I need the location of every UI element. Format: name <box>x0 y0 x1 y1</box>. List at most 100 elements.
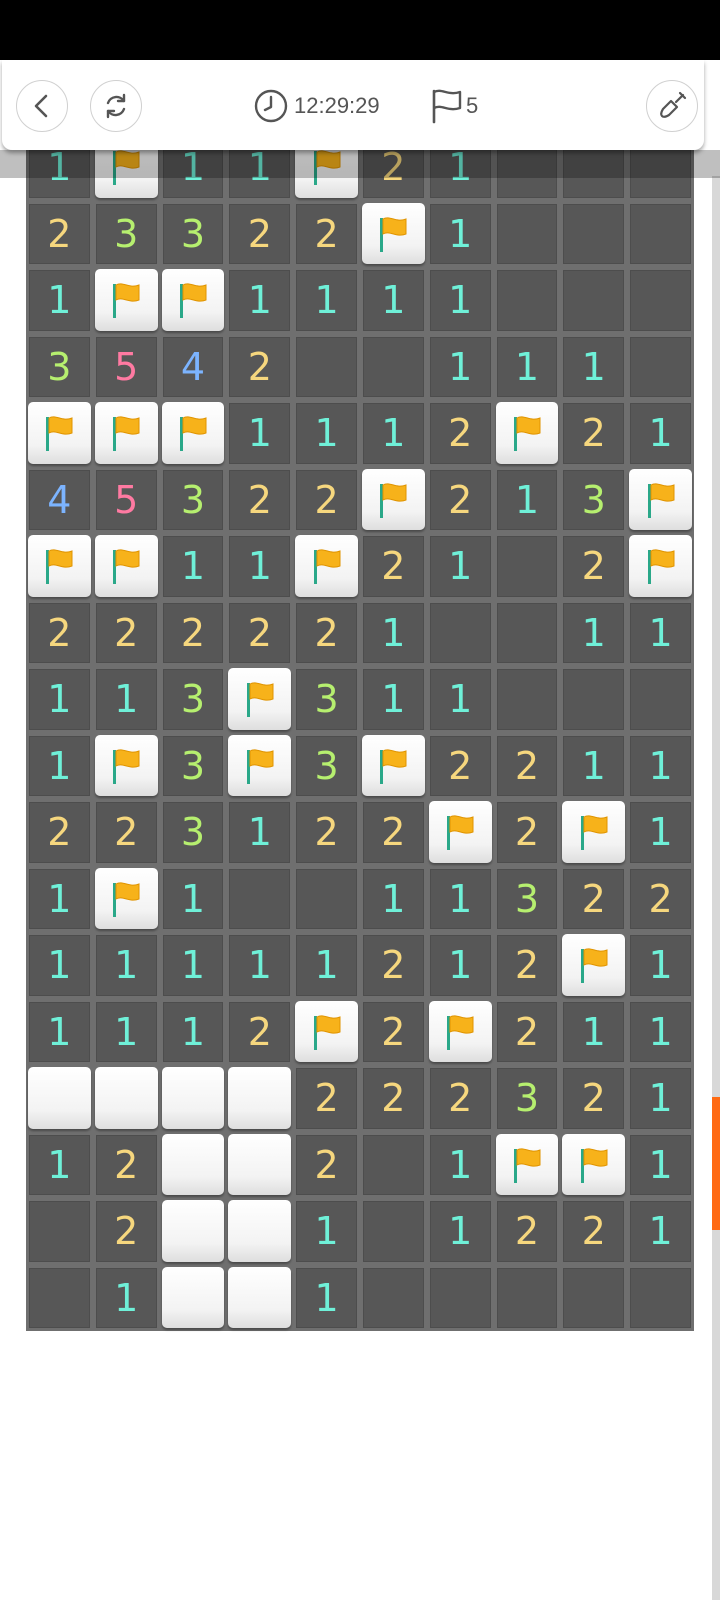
empty-cell[interactable] <box>494 600 561 667</box>
number-cell[interactable]: 2 <box>627 866 694 933</box>
flagged-cell[interactable] <box>226 666 293 733</box>
number-cell[interactable]: 1 <box>427 866 494 933</box>
number-cell[interactable]: 1 <box>494 334 561 401</box>
flagged-cell[interactable] <box>93 866 160 933</box>
flagged-cell[interactable] <box>360 201 427 268</box>
number-cell[interactable]: 1 <box>26 666 93 733</box>
number-cell[interactable]: 3 <box>293 733 360 800</box>
covered-cell[interactable] <box>226 1198 293 1265</box>
number-cell[interactable]: 1 <box>226 799 293 866</box>
covered-cell[interactable] <box>160 1132 227 1199</box>
number-cell[interactable]: 2 <box>226 600 293 667</box>
number-cell[interactable]: 2 <box>293 1065 360 1132</box>
number-cell[interactable]: 1 <box>93 932 160 999</box>
empty-cell[interactable] <box>360 1198 427 1265</box>
number-cell[interactable]: 1 <box>226 400 293 467</box>
empty-cell[interactable] <box>360 1265 427 1332</box>
empty-cell[interactable] <box>26 1265 93 1332</box>
flagged-cell[interactable] <box>560 932 627 999</box>
number-cell[interactable]: 1 <box>560 999 627 1066</box>
empty-cell[interactable] <box>560 666 627 733</box>
number-cell[interactable]: 1 <box>360 866 427 933</box>
number-cell[interactable]: 2 <box>93 600 160 667</box>
number-cell[interactable]: 2 <box>293 1132 360 1199</box>
number-cell[interactable]: 2 <box>494 932 561 999</box>
number-cell[interactable]: 1 <box>627 1065 694 1132</box>
number-cell[interactable]: 1 <box>627 1132 694 1199</box>
flagged-cell[interactable] <box>494 1132 561 1199</box>
flagged-cell[interactable] <box>293 999 360 1066</box>
flagged-cell[interactable] <box>360 467 427 534</box>
covered-cell[interactable] <box>160 1198 227 1265</box>
number-cell[interactable]: 1 <box>627 400 694 467</box>
number-cell[interactable]: 1 <box>226 533 293 600</box>
number-cell[interactable]: 1 <box>627 1198 694 1265</box>
number-cell[interactable]: 1 <box>26 733 93 800</box>
empty-cell[interactable] <box>494 267 561 334</box>
number-cell[interactable]: 2 <box>360 1065 427 1132</box>
number-cell[interactable]: 2 <box>560 1198 627 1265</box>
number-cell[interactable]: 1 <box>293 932 360 999</box>
number-cell[interactable]: 2 <box>360 999 427 1066</box>
number-cell[interactable]: 2 <box>360 533 427 600</box>
number-cell[interactable]: 1 <box>427 1198 494 1265</box>
number-cell[interactable]: 2 <box>93 1198 160 1265</box>
empty-cell[interactable] <box>494 201 561 268</box>
covered-cell[interactable] <box>226 1132 293 1199</box>
empty-cell[interactable] <box>293 334 360 401</box>
number-cell[interactable]: 1 <box>26 267 93 334</box>
flagged-cell[interactable] <box>26 400 93 467</box>
number-cell[interactable]: 1 <box>360 400 427 467</box>
dig-flag-toggle-button[interactable] <box>646 80 698 132</box>
empty-cell[interactable] <box>627 1265 694 1332</box>
number-cell[interactable]: 5 <box>93 467 160 534</box>
flagged-cell[interactable] <box>494 400 561 467</box>
empty-cell[interactable] <box>427 600 494 667</box>
empty-cell[interactable] <box>427 1265 494 1332</box>
number-cell[interactable]: 1 <box>560 334 627 401</box>
number-cell[interactable]: 2 <box>427 400 494 467</box>
number-cell[interactable]: 1 <box>427 666 494 733</box>
flagged-cell[interactable] <box>427 799 494 866</box>
number-cell[interactable]: 2 <box>494 999 561 1066</box>
number-cell[interactable]: 2 <box>93 799 160 866</box>
number-cell[interactable]: 1 <box>26 866 93 933</box>
number-cell[interactable]: 1 <box>627 799 694 866</box>
number-cell[interactable]: 2 <box>293 799 360 866</box>
empty-cell[interactable] <box>560 267 627 334</box>
covered-cell[interactable] <box>226 1265 293 1332</box>
scrollbar-thumb[interactable] <box>712 1097 720 1230</box>
number-cell[interactable]: 2 <box>427 1065 494 1132</box>
empty-cell[interactable] <box>360 334 427 401</box>
number-cell[interactable]: 2 <box>427 733 494 800</box>
number-cell[interactable]: 3 <box>160 467 227 534</box>
number-cell[interactable]: 3 <box>160 666 227 733</box>
number-cell[interactable]: 2 <box>26 201 93 268</box>
flagged-cell[interactable] <box>627 533 694 600</box>
number-cell[interactable]: 1 <box>427 1132 494 1199</box>
number-cell[interactable]: 1 <box>560 733 627 800</box>
number-cell[interactable]: 1 <box>160 866 227 933</box>
empty-cell[interactable] <box>494 533 561 600</box>
number-cell[interactable]: 3 <box>160 799 227 866</box>
number-cell[interactable]: 2 <box>360 799 427 866</box>
number-cell[interactable]: 2 <box>160 600 227 667</box>
number-cell[interactable]: 1 <box>360 267 427 334</box>
flagged-cell[interactable] <box>427 999 494 1066</box>
covered-cell[interactable] <box>160 1265 227 1332</box>
number-cell[interactable]: 4 <box>26 467 93 534</box>
number-cell[interactable]: 3 <box>560 467 627 534</box>
empty-cell[interactable] <box>293 866 360 933</box>
number-cell[interactable]: 1 <box>26 1132 93 1199</box>
restart-button[interactable] <box>90 80 142 132</box>
number-cell[interactable]: 2 <box>26 600 93 667</box>
number-cell[interactable]: 1 <box>26 999 93 1066</box>
flagged-cell[interactable] <box>160 267 227 334</box>
flagged-cell[interactable] <box>360 733 427 800</box>
game-board-viewport[interactable]: 1112123322111111354211111122145322213112… <box>26 144 694 1338</box>
number-cell[interactable]: 3 <box>293 666 360 733</box>
number-cell[interactable]: 3 <box>160 201 227 268</box>
number-cell[interactable]: 2 <box>360 932 427 999</box>
empty-cell[interactable] <box>560 1265 627 1332</box>
minesweeper-grid[interactable]: 1112123322111111354211111122145322213112… <box>26 144 694 1331</box>
